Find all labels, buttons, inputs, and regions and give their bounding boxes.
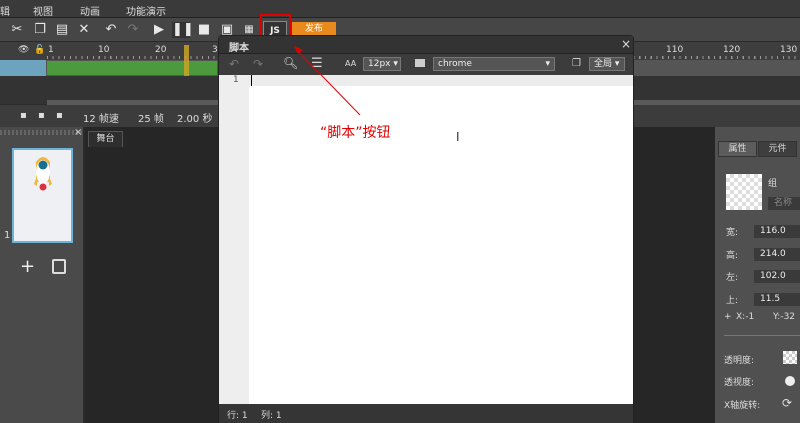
fps-label[interactable]: 12 帧速 [83,110,119,125]
rotate-icon[interactable]: ⟳ [782,396,792,410]
copy-icon[interactable]: ❐ [31,22,49,38]
seconds-label: 2.00 秒 [177,114,213,125]
text-cursor-icon: I [456,130,460,144]
height-label: 高: [726,251,739,261]
opacity-label: 透明度: [724,356,755,366]
element-preview [726,174,762,210]
tick-label: 1 [48,45,54,55]
close-panel-icon[interactable]: × [74,127,82,138]
stop-icon[interactable]: ■ [195,22,213,38]
page-thumbnail[interactable] [12,148,73,243]
font-size-select[interactable]: 12px ▾ [363,57,401,71]
page-number: 1 [4,230,11,241]
scope-value: 全局 [594,59,613,69]
window-icon [415,59,425,67]
delete-icon[interactable]: ✕ [75,22,93,38]
list-icon[interactable]: ☰ [311,56,323,71]
width-label: 宽: [726,228,739,238]
add-layer-icon[interactable]: ▪ [20,110,27,121]
menu-edit[interactable]: 辑 [0,3,10,18]
x-coord: X:-1 [736,312,755,322]
frames-label: 25 帧 [138,114,164,125]
tab-stage[interactable]: 舞台 [88,131,123,147]
status-row: 行: 1 [227,411,248,421]
add-folder-icon[interactable]: ▪ [38,110,45,121]
add-page-icon[interactable]: + [20,256,35,277]
pause-icon[interactable]: ❚❚ [172,22,194,38]
width-input[interactable]: 116.0 [754,225,800,238]
paste-icon[interactable]: ▤ [53,22,71,38]
rocket-icon [34,157,52,191]
copy-icon[interactable]: ❐ [572,58,581,69]
tab-elements[interactable]: 元件 [758,141,797,157]
redo-icon[interactable]: ↷ [253,57,263,71]
top-label: 上: [726,296,739,306]
top-input[interactable]: 11.5 [754,293,800,306]
menu-bar: 辑 视图 动画 功能演示 [0,0,800,18]
status-bar: 行: 1 列: 1 [219,404,633,423]
publish-button[interactable]: 发布 [292,22,336,36]
y-coord: Y:-32 [773,312,796,322]
xrotate-label: X轴旋转: [724,401,761,411]
eye-icon[interactable]: 👁 [18,45,29,55]
name-input[interactable]: 名称 [768,197,800,210]
height-input[interactable]: 214.0 [754,248,800,261]
tick-label: 130 [780,45,798,55]
duplicate-page-icon[interactable] [52,259,66,274]
plus-label: + [724,312,732,322]
line-gutter: 1 [219,75,249,404]
undo-icon[interactable]: ↶ [102,22,120,38]
perspective-slider[interactable] [785,376,795,386]
dialog-title: 脚本 [229,43,249,54]
panel-grip[interactable] [0,130,83,135]
redo-icon[interactable]: ↷ [124,22,142,38]
element-type: 组 [768,179,778,189]
tick-label: 10 [98,45,110,55]
scope-select[interactable]: 全局 ▾ [589,57,625,71]
browser-select[interactable]: chrome ▾ [433,57,555,71]
left-label: 左: [726,273,739,283]
undo-icon[interactable]: ↶ [229,57,239,71]
font-size-icon: AA [345,59,357,68]
tick-label: 110 [666,45,684,55]
annotation-label: “脚本”按钮 [320,125,391,141]
menu-demo[interactable]: 功能演示 [126,3,166,18]
current-line [249,75,633,86]
perspective-label: 透视度: [724,378,755,388]
dialog-titlebar[interactable]: 脚本 × [219,36,633,54]
cut-icon[interactable]: ✂ [8,22,26,38]
playhead[interactable] [184,45,189,76]
tick-label: 20 [155,45,167,55]
layer-frames[interactable] [47,61,217,75]
tick-label: 120 [723,45,741,55]
menu-view[interactable]: 视图 [33,3,53,18]
close-icon[interactable]: × [621,37,631,51]
line-number: 1 [233,75,239,85]
delete-layer-icon[interactable]: ▪ [56,110,63,121]
status-col: 列: 1 [261,411,282,421]
lock-icon[interactable]: 🔓 [34,45,45,55]
opacity-swatch[interactable] [783,351,797,364]
layer-header[interactable] [0,60,46,76]
script-dialog: 脚本 × ↶ ↷ 🔍︎ ☰ AA 12px ▾ chrome ▾ ❐ 全局 ▾ 1… [218,35,634,423]
font-size-value: 12px [368,59,391,69]
search-icon[interactable]: 🔍︎ [283,56,298,70]
browser-value: chrome [438,59,472,69]
left-input[interactable]: 102.0 [754,270,800,283]
dialog-toolbar: ↶ ↷ 🔍︎ ☰ AA 12px ▾ chrome ▾ ❐ 全局 ▾ [219,54,633,75]
menu-animation[interactable]: 动画 [80,3,100,18]
divider [724,335,800,336]
play-icon[interactable]: ▶ [150,22,168,38]
tab-properties[interactable]: 属性 [718,141,757,157]
code-editor[interactable] [249,75,633,404]
